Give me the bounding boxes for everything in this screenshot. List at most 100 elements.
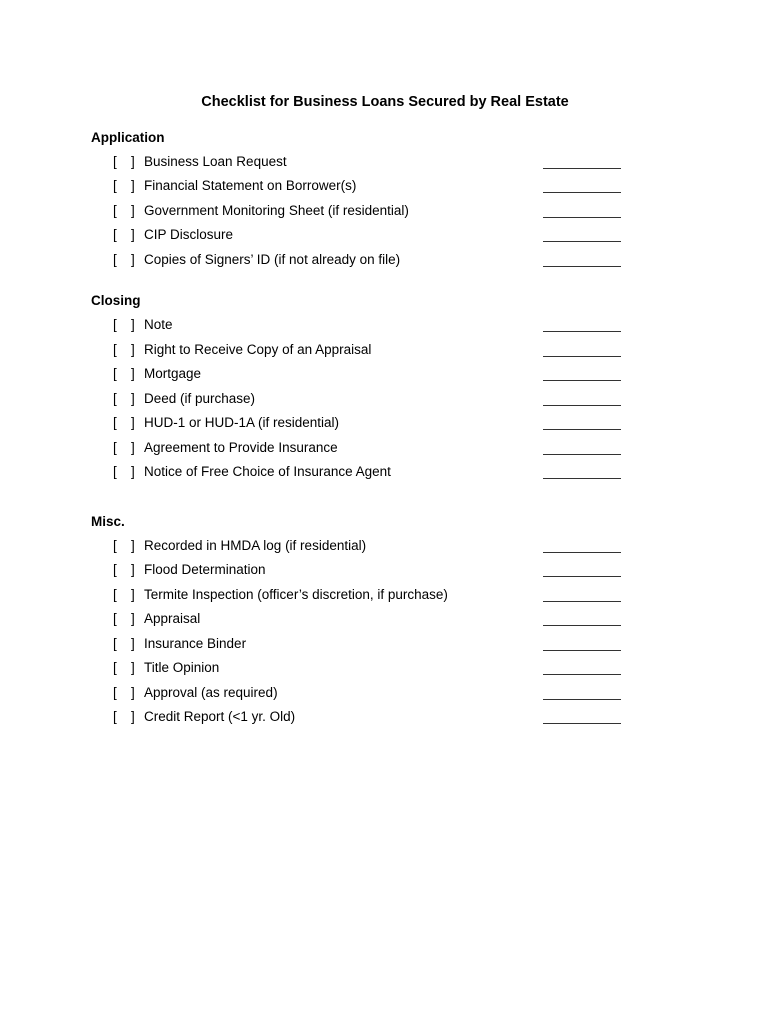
checklist-item[interactable]: [ ] Mortgage <box>0 366 770 384</box>
initials-blank-line[interactable] <box>543 429 621 430</box>
checklist-item[interactable]: [ ] Approval (as required) <box>0 685 770 703</box>
checklist-item[interactable]: [ ] CIP Disclosure <box>0 227 770 245</box>
item-label: Right to Receive Copy of an Appraisal <box>144 342 372 357</box>
checkbox-close-bracket[interactable]: ] <box>131 587 135 603</box>
item-label: Mortgage <box>144 366 202 381</box>
checkbox-open-bracket[interactable]: [ <box>113 440 117 456</box>
checkbox-close-bracket[interactable]: ] <box>131 611 135 627</box>
item-label: Appraisal <box>144 611 201 626</box>
checklist-item[interactable]: [ ] Agreement to Provide Insurance <box>0 440 770 458</box>
document-title: Checklist for Business Loans Secured by … <box>201 94 569 110</box>
item-label: Recorded in HMDA log (if residential) <box>144 538 367 553</box>
checkbox-close-bracket[interactable]: ] <box>131 154 135 170</box>
item-label: Financial Statement on Borrower(s) <box>144 178 357 193</box>
checklist-item[interactable]: [ ] Government Monitoring Sheet (if resi… <box>0 203 770 221</box>
checkbox-close-bracket[interactable]: ] <box>131 342 135 358</box>
initials-blank-line[interactable] <box>543 576 621 577</box>
initials-blank-line[interactable] <box>543 552 621 553</box>
checklist-item[interactable]: [ ] Note <box>0 317 770 335</box>
initials-blank-line[interactable] <box>543 723 621 724</box>
checklist-item[interactable]: [ ] Title Opinion <box>0 660 770 678</box>
checkbox-open-bracket[interactable]: [ <box>113 178 117 194</box>
checkbox-open-bracket[interactable]: [ <box>113 587 117 603</box>
checkbox-close-bracket[interactable]: ] <box>131 415 135 431</box>
initials-blank-line[interactable] <box>543 601 621 602</box>
initials-blank-line[interactable] <box>543 478 621 479</box>
initials-blank-line[interactable] <box>543 380 621 381</box>
document-page: Checklist for Business Loans Secured by … <box>0 0 770 1024</box>
checkbox-close-bracket[interactable]: ] <box>131 538 135 554</box>
checkbox-close-bracket[interactable]: ] <box>131 464 135 480</box>
checklist-item[interactable]: [ ] Notice of Free Choice of Insurance A… <box>0 464 770 482</box>
checkbox-open-bracket[interactable]: [ <box>113 636 117 652</box>
checklist-item[interactable]: [ ] Copies of Signers’ ID (if not alread… <box>0 252 770 270</box>
initials-blank-line[interactable] <box>543 699 621 700</box>
initials-blank-line[interactable] <box>543 674 621 675</box>
initials-blank-line[interactable] <box>543 192 621 193</box>
initials-blank-line[interactable] <box>543 454 621 455</box>
item-label: Deed (if purchase) <box>144 391 256 406</box>
checklist-item[interactable]: [ ] Deed (if purchase) <box>0 391 770 409</box>
section-heading-misc: Misc. <box>91 514 125 529</box>
item-label: Termite Inspection (officer’s discretion… <box>144 587 448 602</box>
section-heading-application: Application <box>91 130 165 145</box>
item-label: Flood Determination <box>144 562 266 577</box>
checklist-item[interactable]: [ ] Termite Inspection (officer’s discre… <box>0 587 770 605</box>
checkbox-open-bracket[interactable]: [ <box>113 415 117 431</box>
initials-blank-line[interactable] <box>543 168 621 169</box>
checkbox-open-bracket[interactable]: [ <box>113 685 117 701</box>
item-label: Business Loan Request <box>144 154 287 169</box>
item-label: Notice of Free Choice of Insurance Agent <box>144 464 391 479</box>
checklist-item[interactable]: [ ] Financial Statement on Borrower(s) <box>0 178 770 196</box>
checkbox-open-bracket[interactable]: [ <box>113 391 117 407</box>
item-label: Title Opinion <box>144 660 220 675</box>
checkbox-open-bracket[interactable]: [ <box>113 611 117 627</box>
initials-blank-line[interactable] <box>543 356 621 357</box>
checklist-item[interactable]: [ ] Flood Determination <box>0 562 770 580</box>
initials-blank-line[interactable] <box>543 217 621 218</box>
checkbox-open-bracket[interactable]: [ <box>113 660 117 676</box>
checkbox-open-bracket[interactable]: [ <box>113 538 117 554</box>
checklist-item[interactable]: [ ] Credit Report (<1 yr. Old) <box>0 709 770 727</box>
checkbox-close-bracket[interactable]: ] <box>131 562 135 578</box>
checkbox-open-bracket[interactable]: [ <box>113 464 117 480</box>
checkbox-close-bracket[interactable]: ] <box>131 440 135 456</box>
checklist-item[interactable]: [ ] Recorded in HMDA log (if residential… <box>0 538 770 556</box>
initials-blank-line[interactable] <box>543 625 621 626</box>
checkbox-close-bracket[interactable]: ] <box>131 203 135 219</box>
checkbox-open-bracket[interactable]: [ <box>113 709 117 725</box>
checklist-item[interactable]: [ ] Right to Receive Copy of an Appraisa… <box>0 342 770 360</box>
checkbox-close-bracket[interactable]: ] <box>131 391 135 407</box>
checkbox-open-bracket[interactable]: [ <box>113 317 117 333</box>
initials-blank-line[interactable] <box>543 241 621 242</box>
checkbox-close-bracket[interactable]: ] <box>131 317 135 333</box>
initials-blank-line[interactable] <box>543 331 621 332</box>
checkbox-close-bracket[interactable]: ] <box>131 636 135 652</box>
checkbox-open-bracket[interactable]: [ <box>113 154 117 170</box>
item-label: Agreement to Provide Insurance <box>144 440 338 455</box>
checklist-item[interactable]: [ ] Business Loan Request <box>0 154 770 172</box>
checkbox-close-bracket[interactable]: ] <box>131 709 135 725</box>
checkbox-open-bracket[interactable]: [ <box>113 227 117 243</box>
checkbox-close-bracket[interactable]: ] <box>131 252 135 268</box>
checkbox-open-bracket[interactable]: [ <box>113 366 117 382</box>
checklist-item[interactable]: [ ] HUD-1 or HUD-1A (if residential) <box>0 415 770 433</box>
checkbox-open-bracket[interactable]: [ <box>113 252 117 268</box>
checkbox-close-bracket[interactable]: ] <box>131 660 135 676</box>
checkbox-open-bracket[interactable]: [ <box>113 342 117 358</box>
initials-blank-line[interactable] <box>543 650 621 651</box>
checklist-item[interactable]: [ ] Appraisal <box>0 611 770 629</box>
item-label: Copies of Signers’ ID (if not already on… <box>144 252 401 267</box>
checklist-item[interactable]: [ ] Insurance Binder <box>0 636 770 654</box>
item-label: Note <box>144 317 173 332</box>
checkbox-open-bracket[interactable]: [ <box>113 203 117 219</box>
checkbox-close-bracket[interactable]: ] <box>131 685 135 701</box>
initials-blank-line[interactable] <box>543 405 621 406</box>
checkbox-close-bracket[interactable]: ] <box>131 178 135 194</box>
item-label: HUD-1 or HUD-1A (if residential) <box>144 415 340 430</box>
checkbox-open-bracket[interactable]: [ <box>113 562 117 578</box>
checkbox-close-bracket[interactable]: ] <box>131 366 135 382</box>
checkbox-close-bracket[interactable]: ] <box>131 227 135 243</box>
item-label: Insurance Binder <box>144 636 247 651</box>
initials-blank-line[interactable] <box>543 266 621 267</box>
